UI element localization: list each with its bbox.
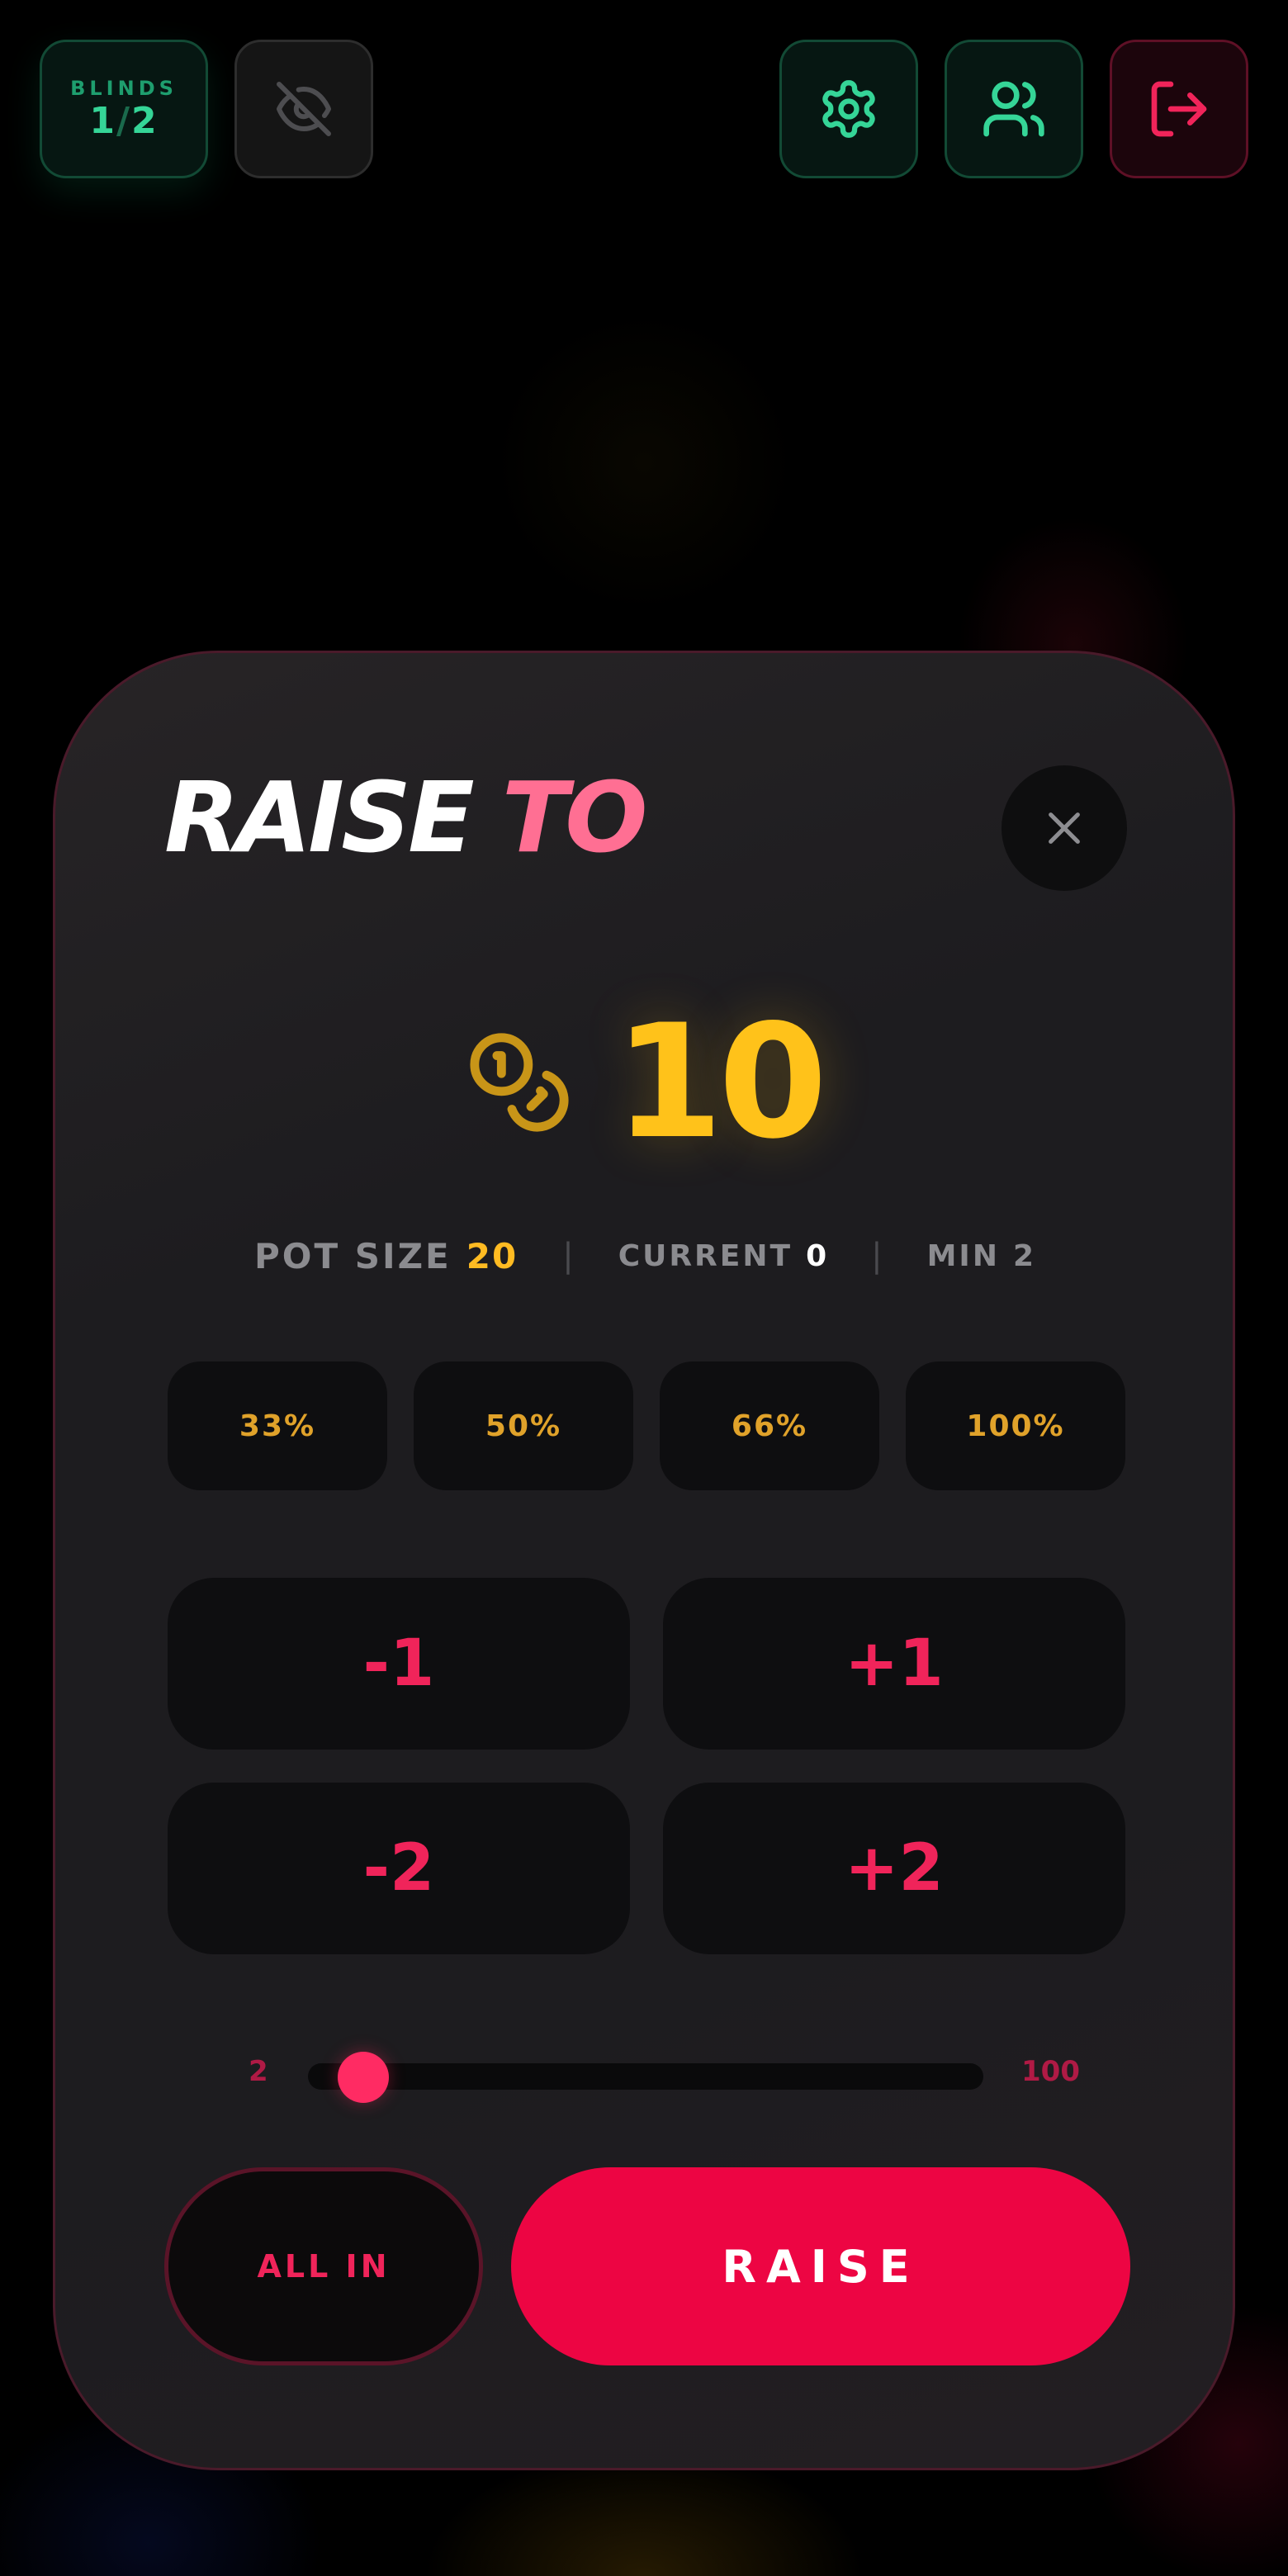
pot-66-button[interactable]: 66% [660,1361,879,1490]
users-icon [983,81,1044,137]
slider-max-label: 100 [1021,2055,1080,2088]
pot-50-button[interactable]: 50% [414,1361,633,1490]
raise-amount-display: 10 [55,1000,1233,1165]
eye-off-icon [277,82,331,136]
current-label: CURRENT [618,1238,793,1273]
title-main: RAISE [164,760,475,874]
minus-1-button[interactable]: -1 [168,1578,630,1750]
toggle-visibility-button[interactable] [234,40,373,178]
close-button[interactable] [1002,765,1127,891]
min-value: 2 [1012,1238,1035,1273]
slider-min-label: 2 [249,2055,268,2088]
raise-modal: RAISE TO 10 POT SIZE 20 | CURRENT 0 | MI… [53,651,1235,2470]
blinds-badge[interactable]: BLINDS 1/2 [40,40,208,178]
modal-title: RAISE TO [164,769,648,866]
close-icon [1049,812,1080,844]
current-value: 0 [806,1238,827,1273]
pot-33-button[interactable]: 33% [168,1361,387,1490]
players-button[interactable] [945,40,1083,178]
pot-size-label: POT SIZE [253,1235,452,1276]
blinds-value: 1/2 [89,100,158,142]
raise-button[interactable]: RAISE [511,2167,1130,2365]
all-in-button[interactable]: ALL IN [164,2167,483,2365]
pot-size-value: 20 [466,1235,519,1276]
divider: | [871,1237,883,1275]
min-label: MIN [926,1238,1000,1273]
small-blind: 1 [89,99,116,142]
logout-icon [1151,81,1207,137]
blinds-separator: / [116,99,132,142]
slider-track[interactable] [308,2063,983,2090]
pot-info-row: POT SIZE 20 | CURRENT 0 | MIN 2 [55,1231,1233,1281]
gear-icon [822,80,875,138]
coins-icon [470,1033,569,1132]
plus-1-button[interactable]: +1 [663,1578,1125,1750]
exit-button[interactable] [1110,40,1248,178]
minus-2-button[interactable]: -2 [168,1783,630,1954]
big-blind: 2 [131,99,159,142]
poker-screen: BLINDS 1/2 RAISE TO 10 POT SIZE 20 | CUR… [0,0,1288,2576]
divider: | [562,1237,574,1275]
pot-100-button[interactable]: 100% [906,1361,1125,1490]
settings-button[interactable] [779,40,918,178]
slider-thumb[interactable] [337,2052,389,2103]
raise-amount: 10 [613,991,827,1173]
blinds-label: BLINDS [70,76,178,100]
title-accent: TO [501,760,648,874]
plus-2-button[interactable]: +2 [663,1783,1125,1954]
raise-slider: 2 100 [55,2040,1233,2106]
